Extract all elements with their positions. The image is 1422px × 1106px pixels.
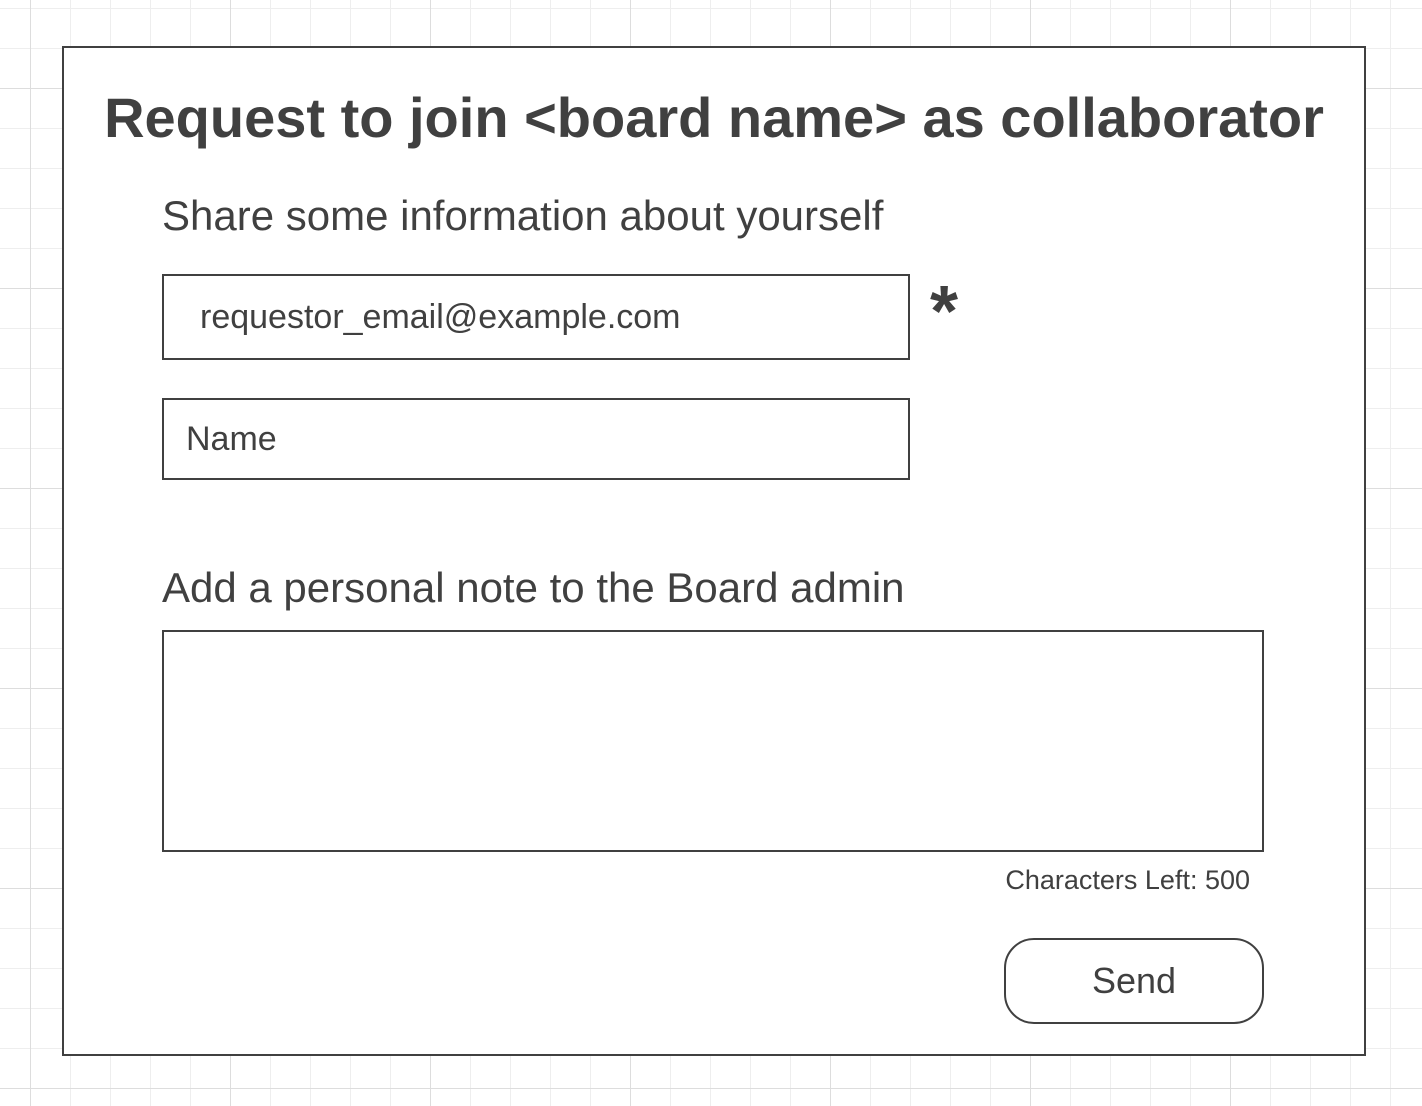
email-field[interactable] [162,274,910,360]
join-request-dialog: Request to join <board name> as collabor… [62,46,1366,1056]
send-button[interactable]: Send [1004,938,1264,1024]
personal-note-textarea[interactable] [162,630,1264,852]
characters-left-counter: Characters Left: 500 [1005,865,1250,895]
note-section-label: Add a personal note to the Board admin [162,564,905,611]
info-section-label: Share some information about yourself [162,192,884,239]
required-marker: * [930,272,959,352]
dialog-title: Request to join <board name> as collabor… [104,86,1324,149]
name-field[interactable] [162,398,910,480]
